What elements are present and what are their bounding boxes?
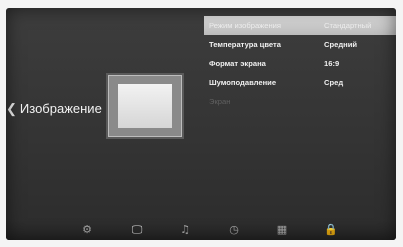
photo-background: ❮ Изображение Режим изображения Стандартн…	[0, 0, 403, 247]
settings-icon[interactable]: ⚙	[80, 223, 94, 237]
menu-item-value: Средний	[324, 40, 358, 49]
menu-item-value: 16:9	[324, 59, 340, 68]
menu-item-label: Экран	[209, 97, 231, 106]
chevron-left-icon[interactable]: ❮	[6, 101, 17, 117]
menu-item-value: Стандартный	[324, 21, 372, 30]
section-title: ❮ Изображение	[6, 101, 102, 117]
picture-preview-image	[118, 84, 172, 128]
bottom-navigation: ⚙ 🖵 ♫ ◷ ▦ 🔒	[6, 220, 396, 240]
menu-item-label: Шумоподавление	[209, 78, 277, 87]
sound-icon[interactable]: ♫	[178, 223, 192, 237]
menu-item-noise-reduction[interactable]: Шумоподавление Сред	[204, 73, 396, 92]
menu-item-label: Формат экрана	[209, 59, 266, 68]
menu-item-value: Сред	[324, 78, 344, 87]
settings-menu: Режим изображения Стандартный Температур…	[204, 16, 396, 111]
tv-screen: ❮ Изображение Режим изображения Стандартн…	[6, 8, 396, 240]
menu-item-screen: Экран	[204, 92, 396, 111]
menu-item-color-temperature[interactable]: Температура цвета Средний	[204, 35, 396, 54]
lock-icon[interactable]: 🔒	[324, 223, 338, 237]
apps-icon[interactable]: ▦	[275, 223, 289, 237]
menu-item-aspect-ratio[interactable]: Формат экрана 16:9	[204, 54, 396, 73]
time-icon[interactable]: ◷	[227, 223, 241, 237]
menu-item-label: Температура цвета	[209, 40, 281, 49]
section-title-label: Изображение	[19, 101, 102, 116]
picture-icon[interactable]: 🖵	[130, 223, 144, 237]
picture-preview	[108, 75, 182, 137]
menu-item-label: Режим изображения	[209, 21, 282, 30]
menu-item-picture-mode[interactable]: Режим изображения Стандартный	[204, 16, 396, 35]
